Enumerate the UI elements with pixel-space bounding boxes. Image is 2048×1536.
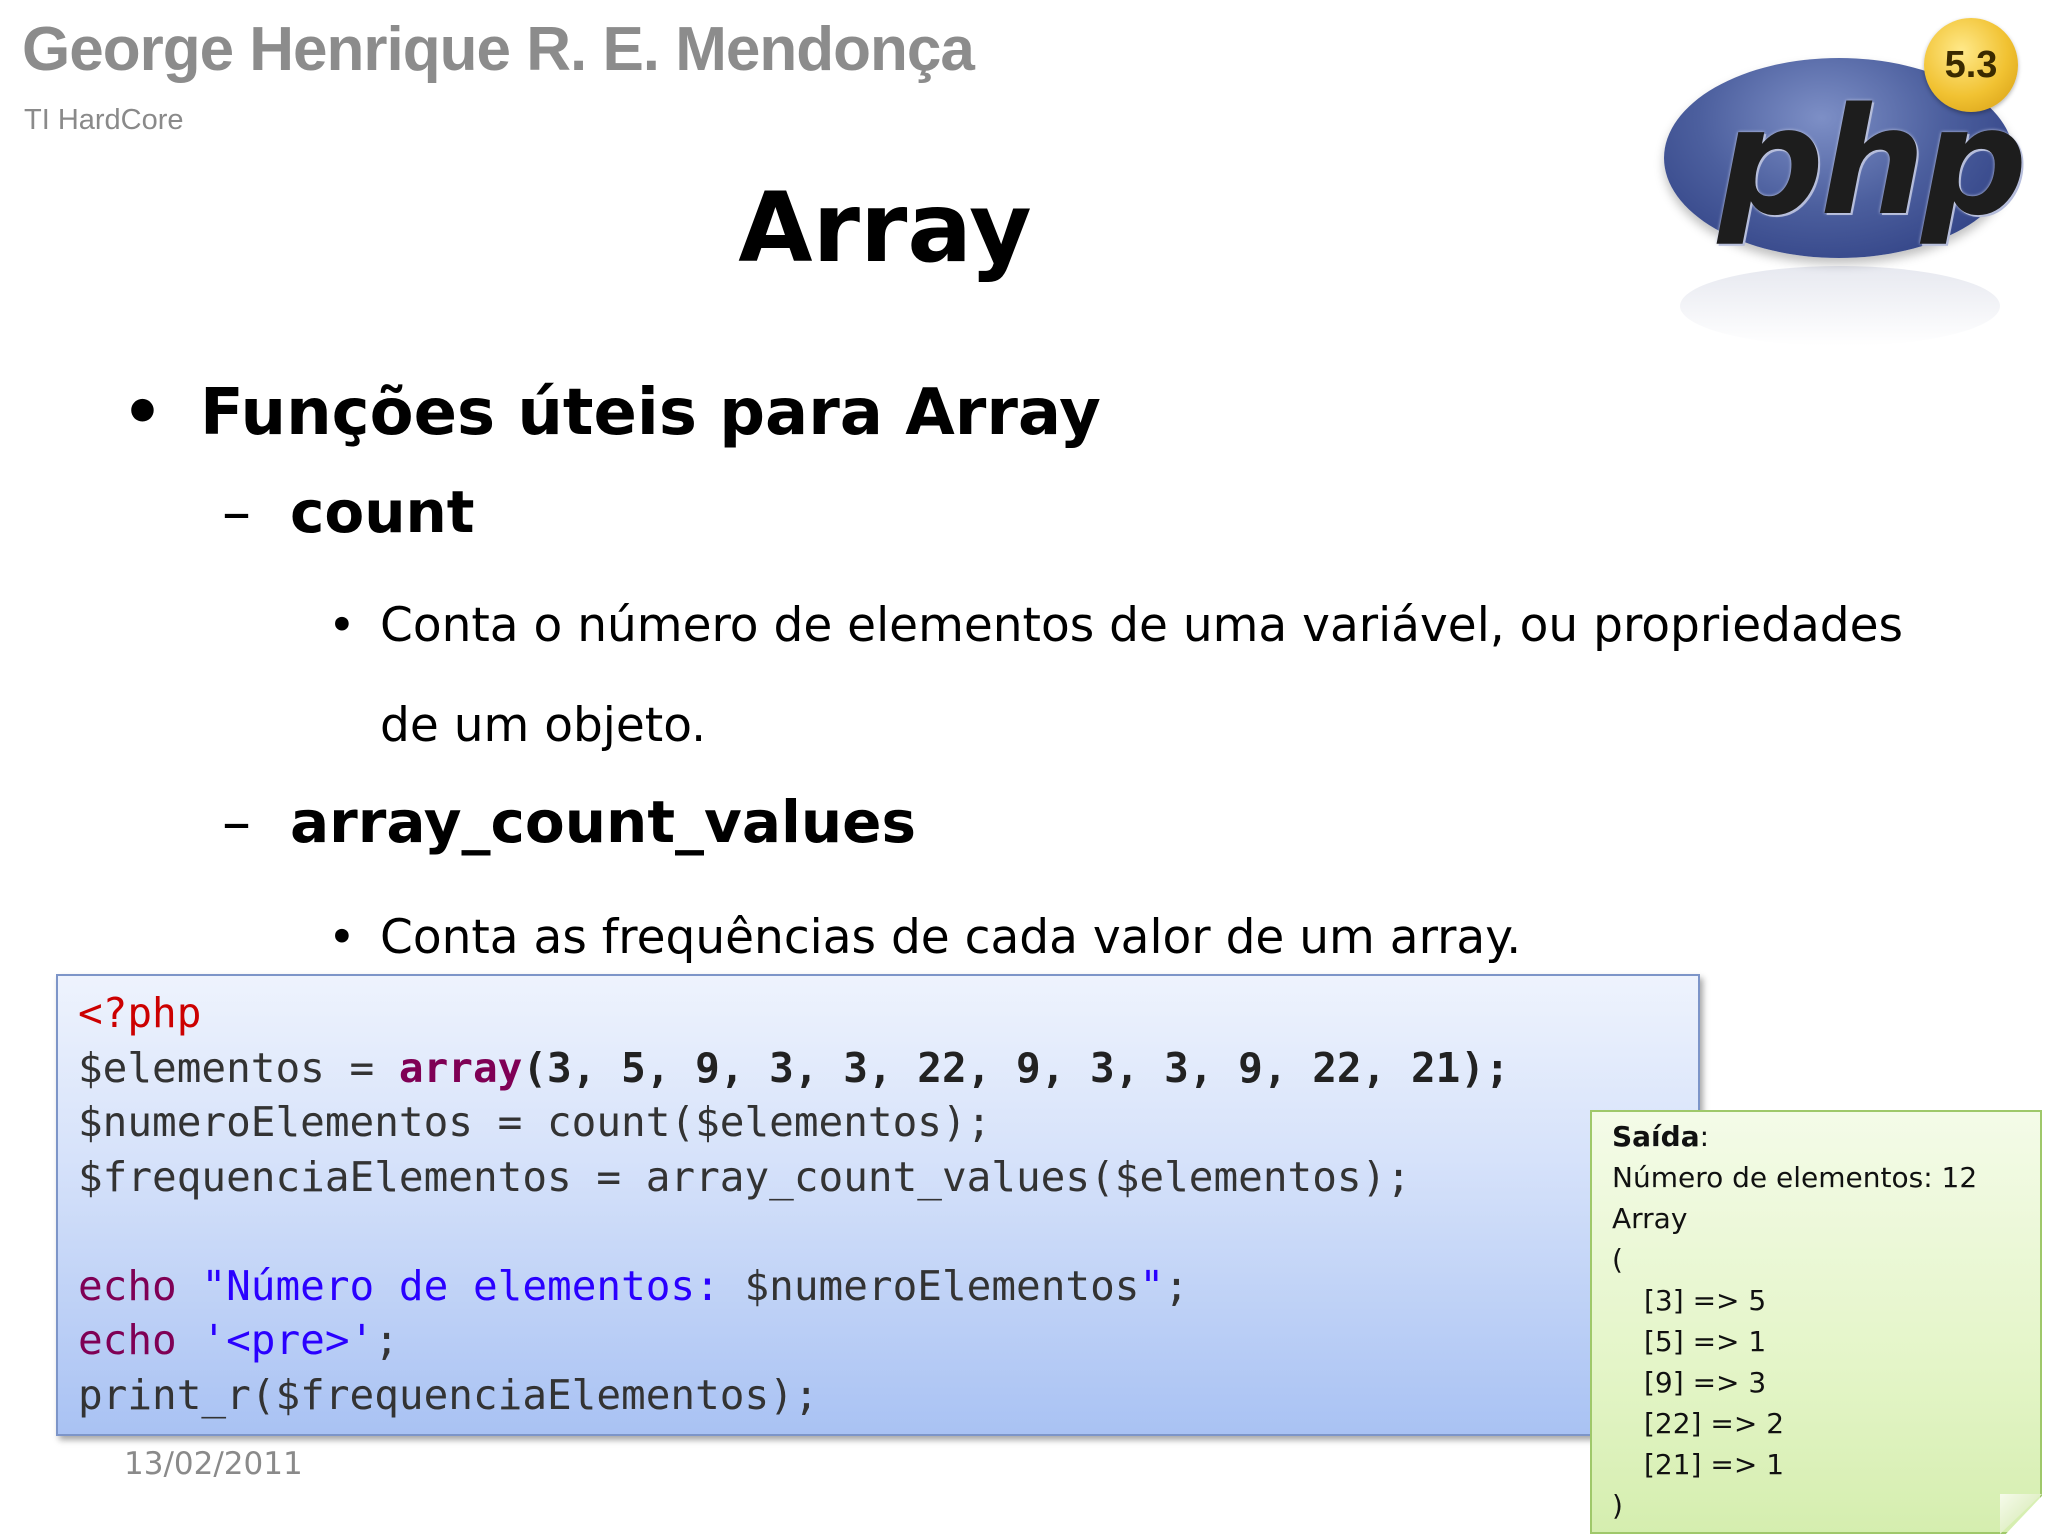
description-text: Conta as frequências de cada valor de um… bbox=[380, 910, 1522, 965]
count-description: • Conta o número de elementos de uma vari… bbox=[328, 576, 1903, 776]
code-block: <?php $elementos = array(3, 5, 9, 3, 3, … bbox=[56, 974, 1700, 1436]
bullet-icon: • bbox=[328, 598, 356, 653]
code-line: $numeroElementos = count($elementos); bbox=[78, 1098, 992, 1146]
bullet-icon: • bbox=[328, 910, 356, 965]
output-entry: [21] => 1 bbox=[1644, 1448, 1785, 1481]
dash-icon: – bbox=[222, 478, 251, 546]
main-bullet: • Funções úteis para Array bbox=[122, 376, 1101, 450]
sub-item-count: – count bbox=[222, 478, 475, 546]
output-line: ( bbox=[1612, 1243, 1623, 1276]
sub-item-label: count bbox=[290, 478, 475, 546]
output-line: Array bbox=[1612, 1202, 1688, 1235]
code-line: $elementos = array(3, 5, 9, 3, 3, 22, 9,… bbox=[78, 1043, 1510, 1092]
slide-date: 13/02/2011 bbox=[124, 1446, 303, 1482]
output-line: ) bbox=[1612, 1489, 1623, 1522]
code-line: echo "Número de elementos: $numeroElemen… bbox=[78, 1261, 1189, 1310]
output-label: Saída: bbox=[1612, 1120, 1710, 1153]
slide-title: Array bbox=[738, 172, 1032, 284]
output-entry: [9] => 3 bbox=[1644, 1366, 1767, 1399]
output-entry: [5] => 1 bbox=[1644, 1325, 1767, 1358]
output-entry: [3] => 5 bbox=[1644, 1284, 1767, 1317]
description-text: de um objeto. bbox=[380, 698, 707, 753]
output-entry: [22] => 2 bbox=[1644, 1407, 1785, 1440]
organization-name: TI HardCore bbox=[24, 104, 184, 136]
author-name: George Henrique R. E. Mendonça bbox=[22, 15, 975, 84]
sub-item-label: array_count_values bbox=[290, 788, 917, 856]
code-line: $frequenciaElementos = array_count_value… bbox=[78, 1152, 1411, 1201]
main-bullet-text: Funções úteis para Array bbox=[200, 376, 1101, 450]
description-text: Conta o número de elementos de uma variá… bbox=[380, 598, 1904, 653]
code-line: <?php bbox=[78, 989, 202, 1037]
code-line: echo '<pre>'; bbox=[78, 1316, 399, 1364]
output-line: Número de elementos: 12 bbox=[1612, 1161, 1978, 1194]
output-note: Saída: Número de elementos: 12 Array ( [… bbox=[1590, 1110, 2042, 1534]
version-badge: 5.3 bbox=[1924, 18, 2018, 112]
array-count-values-description: • Conta as frequências de cada valor de u… bbox=[328, 888, 1521, 988]
sub-item-array-count-values: – array_count_values bbox=[222, 788, 916, 856]
dash-icon: – bbox=[222, 788, 251, 856]
code-line: print_r($frequenciaElementos); bbox=[78, 1370, 819, 1419]
bullet-icon: • bbox=[122, 376, 163, 450]
